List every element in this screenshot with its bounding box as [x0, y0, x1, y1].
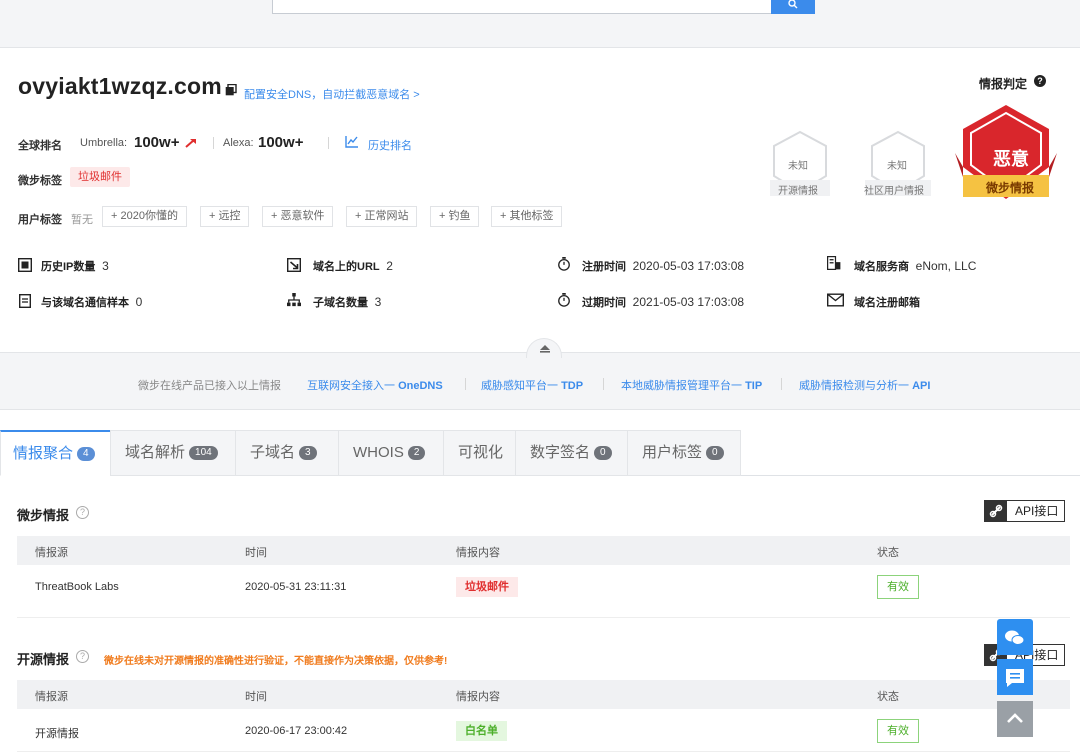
- user-tag-label: 用户标签: [18, 214, 62, 226]
- chat-icon: [1006, 669, 1024, 687]
- exp-time-label: 过期时间: [582, 297, 626, 309]
- url-label: 域名上的URL: [313, 261, 380, 273]
- help-icon[interactable]: ?: [76, 650, 89, 663]
- divider: [603, 378, 604, 390]
- promo-link-tdp[interactable]: 威胁感知平台一 TDP: [481, 377, 583, 393]
- user-tag-button[interactable]: + 远控: [200, 206, 250, 227]
- promo-link-onedns[interactable]: 互联网安全接入一 OneDNS: [307, 377, 443, 393]
- tab-whois[interactable]: WHOIS 2: [338, 430, 444, 476]
- tab-intelligence[interactable]: 情报聚合 4: [0, 430, 111, 476]
- user-tag-button[interactable]: + 其他标签: [491, 206, 563, 227]
- sample-file-icon: [19, 294, 32, 308]
- registrar-icon: [827, 256, 841, 270]
- intel-source: 开源情报: [35, 728, 79, 740]
- history-ip-value[interactable]: 3: [102, 259, 109, 273]
- help-icon[interactable]: ?: [1034, 75, 1046, 87]
- wechat-icon: [1005, 630, 1025, 645]
- subdomain-value[interactable]: 3: [375, 295, 382, 309]
- stopwatch-icon: [558, 293, 570, 307]
- copy-icon[interactable]: [225, 84, 237, 96]
- table-row: ThreatBook Labs 2020-05-31 23:11:31 垃圾邮件…: [17, 568, 1070, 618]
- back-to-top-button[interactable]: [997, 701, 1033, 737]
- main-verdict-status: 恶意: [993, 149, 1029, 169]
- user-tag-button[interactable]: + 2020你懂的: [102, 206, 187, 227]
- search-icon: [788, 0, 798, 9]
- table-row: 开源情报 2020-06-17 23:00:42 白名单 有效: [17, 712, 1070, 752]
- divider: [465, 378, 466, 390]
- open-source-status: 未知: [788, 161, 808, 172]
- intel-content-badge: 白名单: [456, 721, 507, 741]
- intel-content-badge: 垃圾邮件: [456, 577, 518, 597]
- history-rank-link[interactable]: 历史排名: [368, 137, 412, 153]
- status-badge: 有效: [877, 719, 919, 743]
- intel-time: 2020-06-17 23:00:42: [245, 725, 348, 737]
- community-label: 社区用户情报: [864, 186, 924, 197]
- reg-time-value: 2020-05-03 17:03:08: [632, 259, 745, 273]
- sample-label: 与该域名通信样本: [41, 297, 129, 309]
- community-status: 未知: [887, 161, 907, 172]
- url-value[interactable]: 2: [386, 259, 393, 273]
- umbrella-label: Umbrella:: [80, 137, 128, 149]
- threat-tag-badge: 垃圾邮件: [70, 167, 130, 187]
- opensource-warning: 微步在线未对开源情报的准确性进行验证，不能直接作为决策依据，仅供参考!: [104, 656, 448, 667]
- chat-button[interactable]: [997, 659, 1033, 695]
- opensource-section-title: 开源情报: [17, 652, 70, 667]
- user-tag-button[interactable]: + 正常网站: [346, 206, 418, 227]
- domain-title: ovyiakt1wzqz.com: [18, 73, 222, 99]
- main-verdict-label: 微步情报: [986, 181, 1035, 195]
- status-badge: 有效: [877, 575, 919, 599]
- open-source-label: 开源情报: [778, 186, 818, 197]
- table-header: 情报源 时间 情报内容 状态: [17, 536, 1070, 565]
- umbrella-rank: 100w+: [134, 134, 180, 151]
- tab-visualization[interactable]: 可视化: [443, 430, 516, 476]
- subdomain-tree-icon: [287, 293, 301, 307]
- chevron-up-icon: [540, 345, 550, 353]
- intel-time: 2020-05-31 23:11:31: [245, 581, 347, 593]
- api-button[interactable]: API接口: [984, 500, 1066, 522]
- stopwatch-icon: [558, 257, 570, 271]
- rank-label: 全球排名: [18, 140, 62, 152]
- intel-source: ThreatBook Labs: [35, 581, 119, 593]
- wechat-button[interactable]: [997, 619, 1033, 655]
- user-tag-none: 暂无: [71, 214, 93, 226]
- back-to-top-icon: [1007, 713, 1023, 723]
- secure-dns-link[interactable]: 配置安全DNS，自动拦截恶意域名 >: [244, 86, 420, 102]
- divider: [213, 137, 214, 149]
- subdomain-label: 子域名数量: [313, 297, 368, 309]
- search-input[interactable]: [272, 0, 772, 14]
- sample-value[interactable]: 0: [136, 295, 143, 309]
- link-icon: [985, 501, 1007, 521]
- alexa-label: Alexa:: [223, 137, 254, 149]
- history-ip-label: 历史IP数量: [41, 261, 96, 273]
- threatbook-section-title: 微步情报: [17, 508, 70, 523]
- reg-email-label: 域名注册邮箱: [854, 297, 920, 309]
- promo-link-api[interactable]: 威胁情报检测与分析一 API: [799, 377, 930, 393]
- tab-subdomains[interactable]: 子域名 3: [235, 430, 339, 476]
- tab-user-tags[interactable]: 用户标签 0: [627, 430, 741, 476]
- user-tag-button[interactable]: + 恶意软件: [262, 206, 334, 227]
- user-tag-button[interactable]: + 钓鱼: [430, 206, 480, 227]
- email-icon: [827, 293, 844, 307]
- chart-line-icon: [345, 136, 358, 148]
- reg-time-label: 注册时间: [582, 261, 626, 273]
- registrar-label: 域名服务商: [854, 261, 909, 273]
- help-icon[interactable]: ?: [76, 506, 89, 519]
- search-button[interactable]: [771, 0, 815, 14]
- tab-digital-signature[interactable]: 数字签名 0: [515, 430, 628, 476]
- divider: [328, 137, 329, 149]
- trend-up-icon: [185, 139, 196, 148]
- exp-time-value: 2021-05-03 17:03:08: [632, 295, 745, 309]
- tab-dns-resolution[interactable]: 域名解析 104: [110, 430, 236, 476]
- promo-link-tip[interactable]: 本地威胁情报管理平台一 TIP: [621, 377, 762, 393]
- table-header: 情报源 时间 情报内容 状态: [17, 680, 1070, 709]
- collapse-toggle[interactable]: [526, 338, 562, 358]
- promo-intro: 微步在线产品已接入以上情报: [138, 380, 281, 392]
- url-icon: [287, 258, 301, 272]
- verdict-title: 情报判定: [979, 77, 1028, 91]
- alexa-rank: 100w+: [258, 134, 304, 151]
- divider: [781, 378, 782, 390]
- ip-icon: [18, 258, 32, 272]
- tag-label: 微步标签: [18, 175, 62, 187]
- registrar-value: eNom, LLC: [915, 259, 977, 273]
